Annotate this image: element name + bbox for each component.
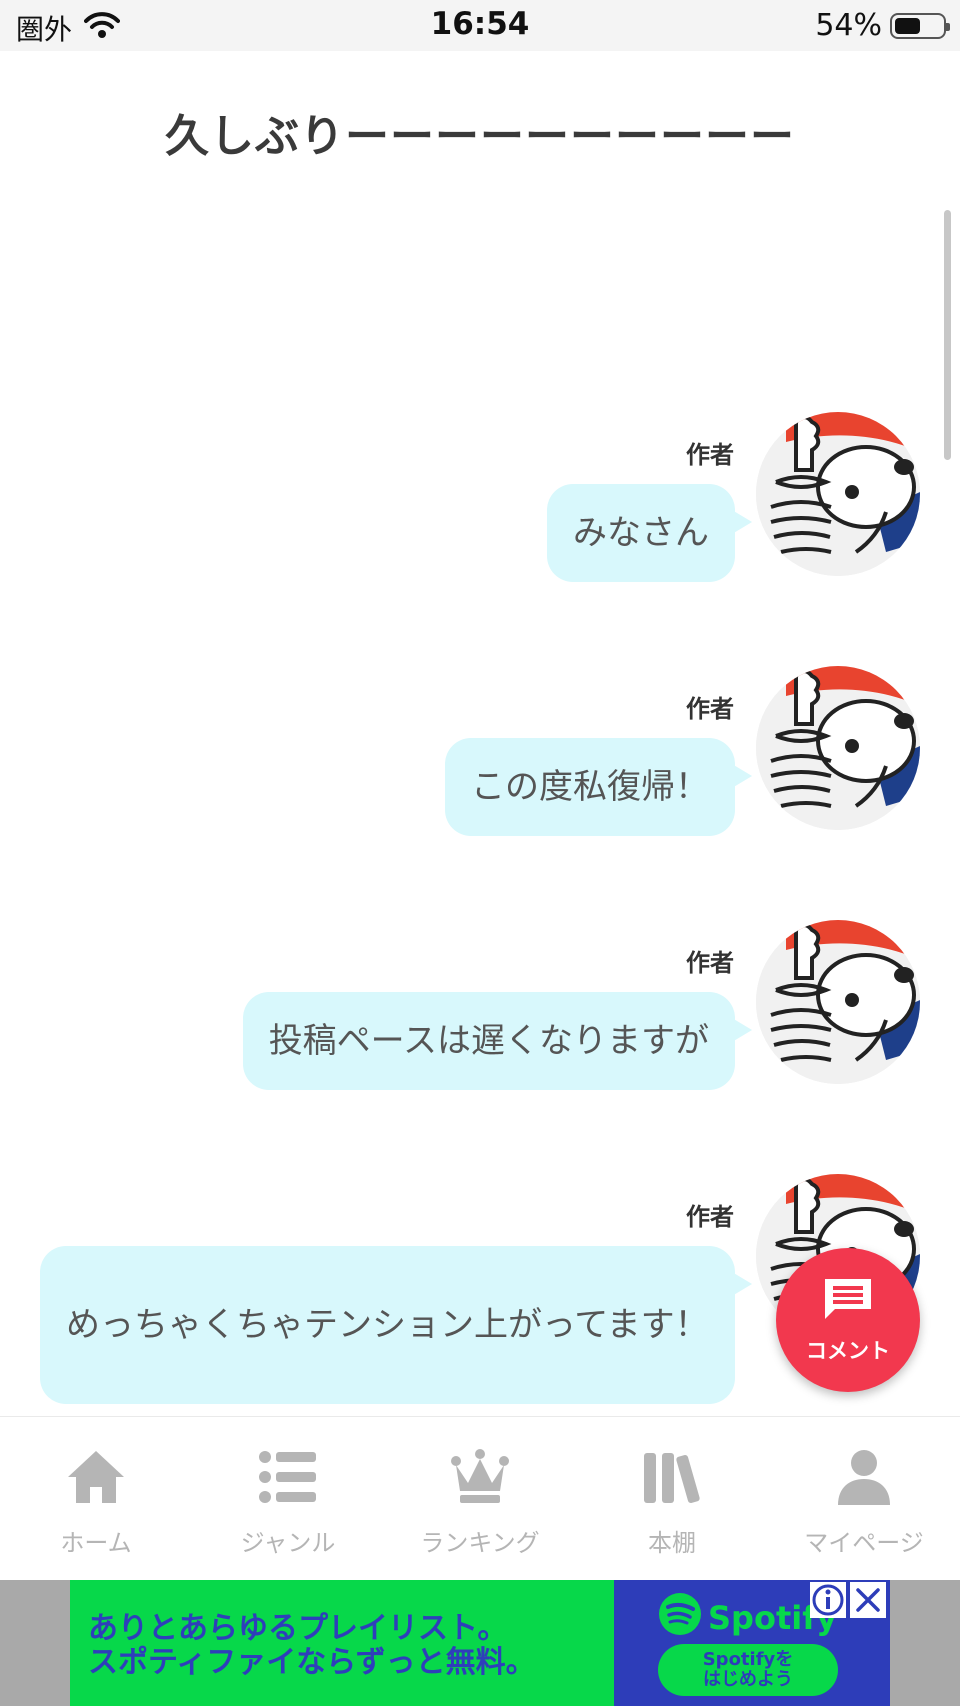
bottom-nav: ホーム ジャンル ランキング 本棚 マイページ (0, 1416, 960, 1581)
nav-mypage[interactable]: マイページ (768, 1417, 960, 1581)
author-label: 作者 (686, 949, 734, 977)
nav-home-label: ホーム (60, 1529, 132, 1557)
comment-button[interactable]: コメント (776, 1248, 920, 1392)
person-icon (834, 1449, 894, 1509)
author-label: 作者 (686, 441, 734, 469)
author-label: 作者 (686, 695, 734, 723)
nav-ranking[interactable]: ランキング (384, 1417, 576, 1581)
ad-headline-1: ありとあらゆるプレイリスト。 (88, 1611, 508, 1646)
ad-close-icon[interactable] (850, 1582, 886, 1618)
bookshelf-icon (642, 1449, 702, 1509)
nav-bookshelf[interactable]: 本棚 (576, 1417, 768, 1581)
ad-info-icon[interactable] (810, 1582, 846, 1618)
author-label: 作者 (686, 1203, 734, 1231)
crown-icon (450, 1449, 510, 1509)
spotify-cta-button[interactable]: Spotifyを はじめよう (658, 1644, 838, 1696)
scrollbar[interactable] (944, 210, 951, 460)
author-avatar[interactable] (756, 412, 920, 576)
battery-icon (890, 12, 950, 39)
message-bubble: この度私復帰！ (445, 738, 735, 836)
story-title: 久しぶりーーーーーーーーーー (165, 111, 795, 162)
list-icon (258, 1449, 318, 1509)
status-bar: 圏外 16:54 54% (0, 0, 960, 51)
nav-bookshelf-label: 本棚 (648, 1529, 696, 1557)
message-bubble: めっちゃくちゃテンション上がってます！ (40, 1246, 735, 1404)
comment-label: コメント (806, 1339, 890, 1363)
message-bubble: 投稿ペースは遅くなりますが (242, 992, 735, 1090)
comment-icon (821, 1275, 875, 1327)
home-icon (66, 1449, 126, 1509)
nav-genre-label: ジャンル (240, 1529, 336, 1557)
message-bubble: みなさん (547, 484, 735, 582)
nav-ranking-label: ランキング (420, 1529, 540, 1557)
nav-mypage-label: マイページ (804, 1529, 924, 1557)
author-avatar[interactable] (756, 920, 920, 1084)
nav-genre[interactable]: ジャンル (192, 1417, 384, 1581)
battery-percent: 54% (815, 8, 882, 43)
author-avatar[interactable] (756, 666, 920, 830)
nav-home[interactable]: ホーム (0, 1417, 192, 1581)
ad-headline-2: スポティファイならずっと無料。 (88, 1645, 536, 1680)
spotify-cta-line1: Spotifyを (702, 1649, 794, 1670)
spotify-cta-line2: はじめよう (703, 1669, 793, 1690)
spotify-icon (658, 1592, 702, 1644)
ad-banner[interactable]: ありとあらゆるプレイリスト。 スポティファイならずっと無料。 Spotify S… (70, 1580, 890, 1706)
